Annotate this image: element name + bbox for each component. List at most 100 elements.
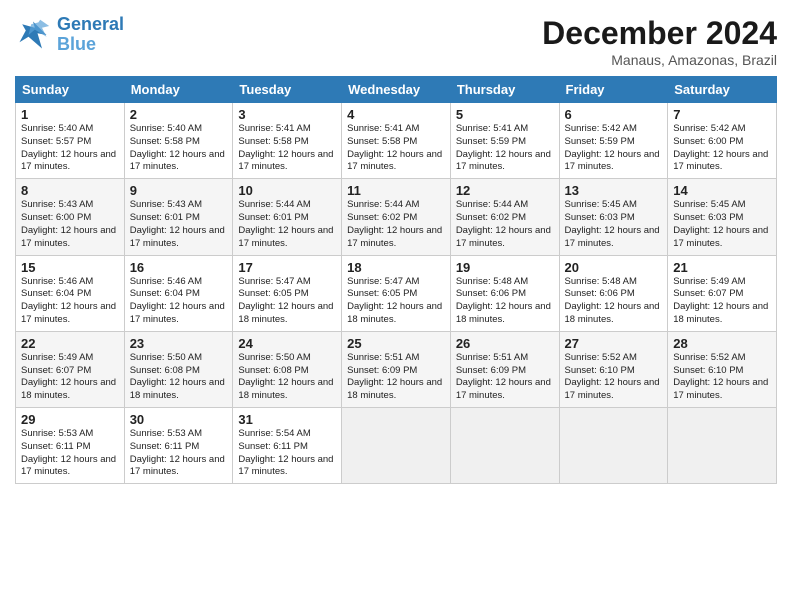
cell-info: Sunrise: 5:43 AMSunset: 6:01 PMDaylight:… (130, 199, 228, 250)
day-number: 5 (456, 107, 554, 122)
day-number: 30 (130, 412, 228, 427)
calendar-cell: 29Sunrise: 5:53 AMSunset: 6:11 PMDayligh… (16, 408, 125, 484)
calendar-week-1: 1Sunrise: 5:40 AMSunset: 5:57 PMDaylight… (16, 103, 777, 179)
day-number: 2 (130, 107, 228, 122)
cell-info: Sunrise: 5:46 AMSunset: 6:04 PMDaylight:… (130, 276, 228, 327)
cell-info: Sunrise: 5:45 AMSunset: 6:03 PMDaylight:… (673, 199, 771, 250)
calendar-cell: 31Sunrise: 5:54 AMSunset: 6:11 PMDayligh… (233, 408, 342, 484)
cell-info: Sunrise: 5:44 AMSunset: 6:02 PMDaylight:… (347, 199, 445, 250)
cell-info: Sunrise: 5:52 AMSunset: 6:10 PMDaylight:… (565, 352, 663, 403)
col-sunday: Sunday (16, 77, 125, 103)
cell-info: Sunrise: 5:49 AMSunset: 6:07 PMDaylight:… (673, 276, 771, 327)
cell-info: Sunrise: 5:50 AMSunset: 6:08 PMDaylight:… (130, 352, 228, 403)
calendar-cell: 4Sunrise: 5:41 AMSunset: 5:58 PMDaylight… (342, 103, 451, 179)
day-number: 6 (565, 107, 663, 122)
header-row: Sunday Monday Tuesday Wednesday Thursday… (16, 77, 777, 103)
calendar-cell: 9Sunrise: 5:43 AMSunset: 6:01 PMDaylight… (124, 179, 233, 255)
calendar-cell: 15Sunrise: 5:46 AMSunset: 6:04 PMDayligh… (16, 255, 125, 331)
cell-info: Sunrise: 5:48 AMSunset: 6:06 PMDaylight:… (456, 276, 554, 327)
cell-info: Sunrise: 5:47 AMSunset: 6:05 PMDaylight:… (238, 276, 336, 327)
cell-info: Sunrise: 5:41 AMSunset: 5:58 PMDaylight:… (347, 123, 445, 174)
cell-info: Sunrise: 5:49 AMSunset: 6:07 PMDaylight:… (21, 352, 119, 403)
day-number: 10 (238, 183, 336, 198)
cell-info: Sunrise: 5:53 AMSunset: 6:11 PMDaylight:… (21, 428, 119, 479)
day-number: 17 (238, 260, 336, 275)
logo-line1: General (57, 14, 124, 34)
col-friday: Friday (559, 77, 668, 103)
day-number: 18 (347, 260, 445, 275)
calendar-cell: 10Sunrise: 5:44 AMSunset: 6:01 PMDayligh… (233, 179, 342, 255)
day-number: 7 (673, 107, 771, 122)
cell-info: Sunrise: 5:50 AMSunset: 6:08 PMDaylight:… (238, 352, 336, 403)
col-thursday: Thursday (450, 77, 559, 103)
calendar-cell: 16Sunrise: 5:46 AMSunset: 6:04 PMDayligh… (124, 255, 233, 331)
calendar-cell: 18Sunrise: 5:47 AMSunset: 6:05 PMDayligh… (342, 255, 451, 331)
calendar-cell (559, 408, 668, 484)
calendar-week-4: 22Sunrise: 5:49 AMSunset: 6:07 PMDayligh… (16, 331, 777, 407)
cell-info: Sunrise: 5:51 AMSunset: 6:09 PMDaylight:… (347, 352, 445, 403)
calendar-cell (668, 408, 777, 484)
calendar-cell: 6Sunrise: 5:42 AMSunset: 5:59 PMDaylight… (559, 103, 668, 179)
cell-info: Sunrise: 5:47 AMSunset: 6:05 PMDaylight:… (347, 276, 445, 327)
logo: General Blue (15, 15, 124, 55)
calendar-cell: 3Sunrise: 5:41 AMSunset: 5:58 PMDaylight… (233, 103, 342, 179)
calendar-week-5: 29Sunrise: 5:53 AMSunset: 6:11 PMDayligh… (16, 408, 777, 484)
col-saturday: Saturday (668, 77, 777, 103)
day-number: 20 (565, 260, 663, 275)
cell-info: Sunrise: 5:41 AMSunset: 5:58 PMDaylight:… (238, 123, 336, 174)
day-number: 13 (565, 183, 663, 198)
day-number: 4 (347, 107, 445, 122)
subtitle: Manaus, Amazonas, Brazil (542, 52, 777, 68)
day-number: 29 (21, 412, 119, 427)
cell-info: Sunrise: 5:42 AMSunset: 6:00 PMDaylight:… (673, 123, 771, 174)
calendar-cell (450, 408, 559, 484)
month-title: December 2024 (542, 15, 777, 52)
day-number: 23 (130, 336, 228, 351)
day-number: 19 (456, 260, 554, 275)
calendar-week-2: 8Sunrise: 5:43 AMSunset: 6:00 PMDaylight… (16, 179, 777, 255)
day-number: 21 (673, 260, 771, 275)
logo-text: General Blue (57, 15, 124, 55)
cell-info: Sunrise: 5:44 AMSunset: 6:02 PMDaylight:… (456, 199, 554, 250)
day-number: 8 (21, 183, 119, 198)
header: General Blue December 2024 Manaus, Amazo… (15, 15, 777, 68)
day-number: 3 (238, 107, 336, 122)
calendar-cell: 28Sunrise: 5:52 AMSunset: 6:10 PMDayligh… (668, 331, 777, 407)
day-number: 15 (21, 260, 119, 275)
cell-info: Sunrise: 5:46 AMSunset: 6:04 PMDaylight:… (21, 276, 119, 327)
calendar-cell: 24Sunrise: 5:50 AMSunset: 6:08 PMDayligh… (233, 331, 342, 407)
calendar-cell (342, 408, 451, 484)
calendar-cell: 19Sunrise: 5:48 AMSunset: 6:06 PMDayligh… (450, 255, 559, 331)
title-block: December 2024 Manaus, Amazonas, Brazil (542, 15, 777, 68)
calendar-cell: 8Sunrise: 5:43 AMSunset: 6:00 PMDaylight… (16, 179, 125, 255)
logo-line2: Blue (57, 34, 96, 54)
calendar-body: 1Sunrise: 5:40 AMSunset: 5:57 PMDaylight… (16, 103, 777, 484)
day-number: 24 (238, 336, 336, 351)
cell-info: Sunrise: 5:51 AMSunset: 6:09 PMDaylight:… (456, 352, 554, 403)
cell-info: Sunrise: 5:52 AMSunset: 6:10 PMDaylight:… (673, 352, 771, 403)
day-number: 28 (673, 336, 771, 351)
col-monday: Monday (124, 77, 233, 103)
cell-info: Sunrise: 5:48 AMSunset: 6:06 PMDaylight:… (565, 276, 663, 327)
cell-info: Sunrise: 5:53 AMSunset: 6:11 PMDaylight:… (130, 428, 228, 479)
calendar-cell: 27Sunrise: 5:52 AMSunset: 6:10 PMDayligh… (559, 331, 668, 407)
calendar-week-3: 15Sunrise: 5:46 AMSunset: 6:04 PMDayligh… (16, 255, 777, 331)
day-number: 14 (673, 183, 771, 198)
calendar-cell: 22Sunrise: 5:49 AMSunset: 6:07 PMDayligh… (16, 331, 125, 407)
cell-info: Sunrise: 5:45 AMSunset: 6:03 PMDaylight:… (565, 199, 663, 250)
calendar-cell: 21Sunrise: 5:49 AMSunset: 6:07 PMDayligh… (668, 255, 777, 331)
calendar-cell: 7Sunrise: 5:42 AMSunset: 6:00 PMDaylight… (668, 103, 777, 179)
day-number: 1 (21, 107, 119, 122)
day-number: 31 (238, 412, 336, 427)
day-number: 22 (21, 336, 119, 351)
day-number: 12 (456, 183, 554, 198)
calendar-cell: 23Sunrise: 5:50 AMSunset: 6:08 PMDayligh… (124, 331, 233, 407)
cell-info: Sunrise: 5:44 AMSunset: 6:01 PMDaylight:… (238, 199, 336, 250)
calendar-cell: 14Sunrise: 5:45 AMSunset: 6:03 PMDayligh… (668, 179, 777, 255)
cell-info: Sunrise: 5:54 AMSunset: 6:11 PMDaylight:… (238, 428, 336, 479)
page-container: General Blue December 2024 Manaus, Amazo… (0, 0, 792, 494)
day-number: 26 (456, 336, 554, 351)
day-number: 27 (565, 336, 663, 351)
day-number: 11 (347, 183, 445, 198)
cell-info: Sunrise: 5:41 AMSunset: 5:59 PMDaylight:… (456, 123, 554, 174)
